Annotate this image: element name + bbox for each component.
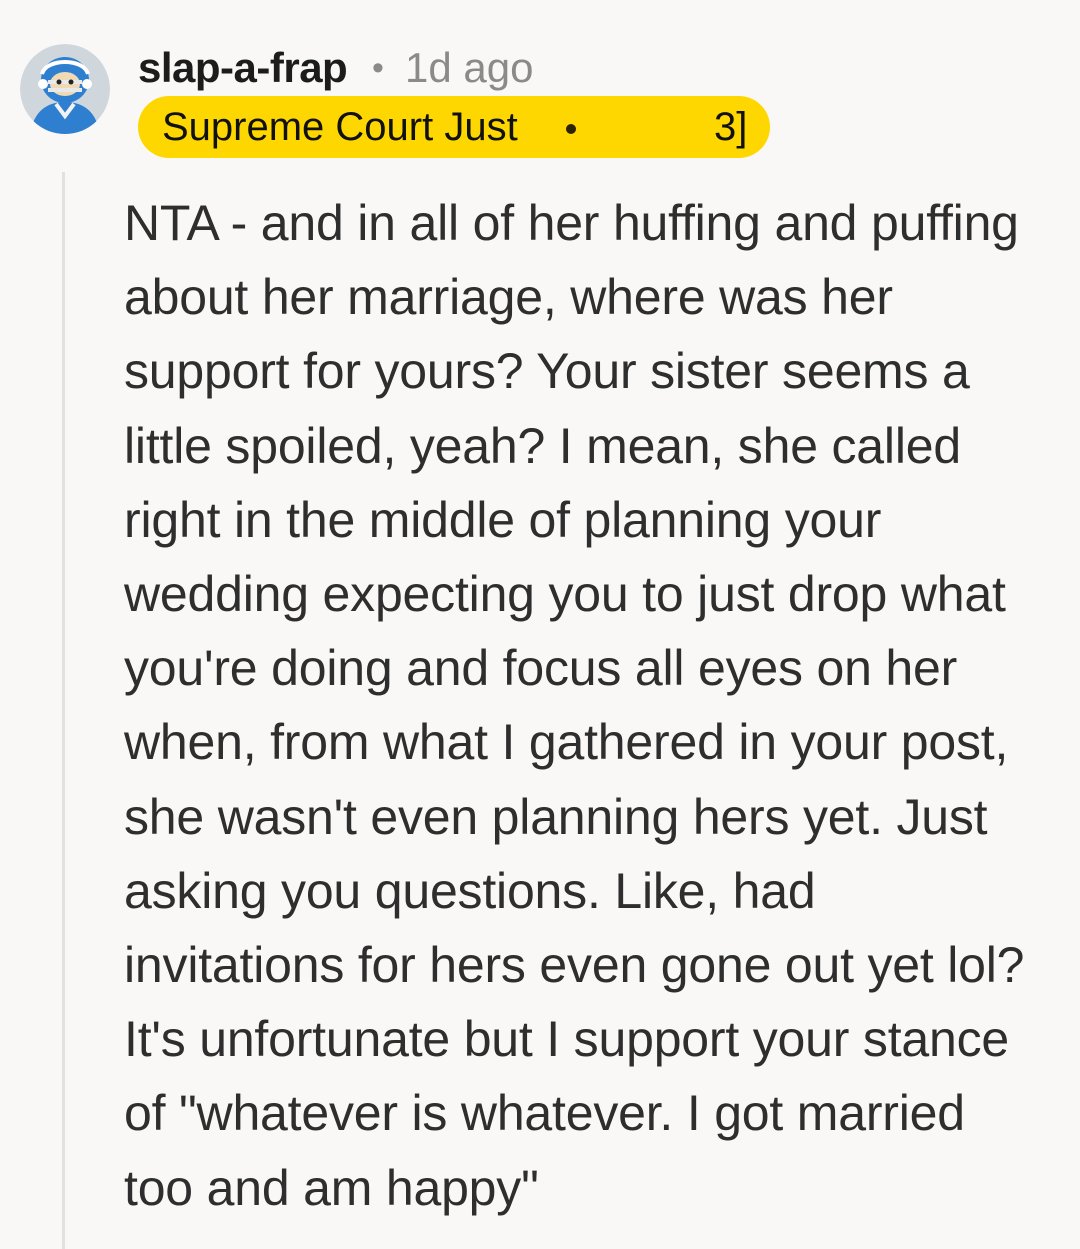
comment-line: NTA - and in all of her huffing and puff… xyxy=(124,195,1019,251)
comment-line: she wasn't even planning hers yet. Just xyxy=(124,788,988,845)
comment-body: NTA - and in all of her huffing and puff… xyxy=(124,186,1074,1225)
comment-line: support for yours? Your sister seems a xyxy=(124,343,970,400)
avatar[interactable] xyxy=(20,44,110,134)
comment-line: too and am happy" xyxy=(124,1159,539,1216)
comment-line: of "whatever is whatever. I got married xyxy=(124,1085,965,1142)
comment-line: invitations for hers even gone out yet l… xyxy=(124,937,1025,994)
comment-line: It's unfortunate but I support your stan… xyxy=(124,1011,1010,1068)
comment-line: you're doing and focus all eyes on her xyxy=(124,640,958,697)
comment-line: when, from what I gathered in your post, xyxy=(124,714,1009,771)
comment-author[interactable]: slap-a-frap xyxy=(138,44,348,92)
comment-line: right in the middle of planning your xyxy=(124,491,882,548)
comment-line: about her marriage, where was her xyxy=(124,269,893,326)
comment-line: asking you questions. Like, had xyxy=(124,862,816,919)
comment-line: wedding expecting you to just drop what xyxy=(124,566,1006,623)
flair-text-start: Supreme Court Just xyxy=(162,105,518,149)
flair-redaction-mark xyxy=(566,124,576,134)
comment-timestamp: 1d ago xyxy=(405,44,534,91)
flair-redaction-blob xyxy=(594,98,714,156)
meta-separator: • xyxy=(372,49,384,87)
comment-line: little spoiled, yeah? I mean, she called xyxy=(124,417,961,474)
thread-line[interactable] xyxy=(62,172,65,1249)
user-flair: Supreme Court Just 3] xyxy=(138,96,770,158)
flair-text-end: 3] xyxy=(714,105,748,149)
football-player-avatar-icon xyxy=(20,44,110,134)
